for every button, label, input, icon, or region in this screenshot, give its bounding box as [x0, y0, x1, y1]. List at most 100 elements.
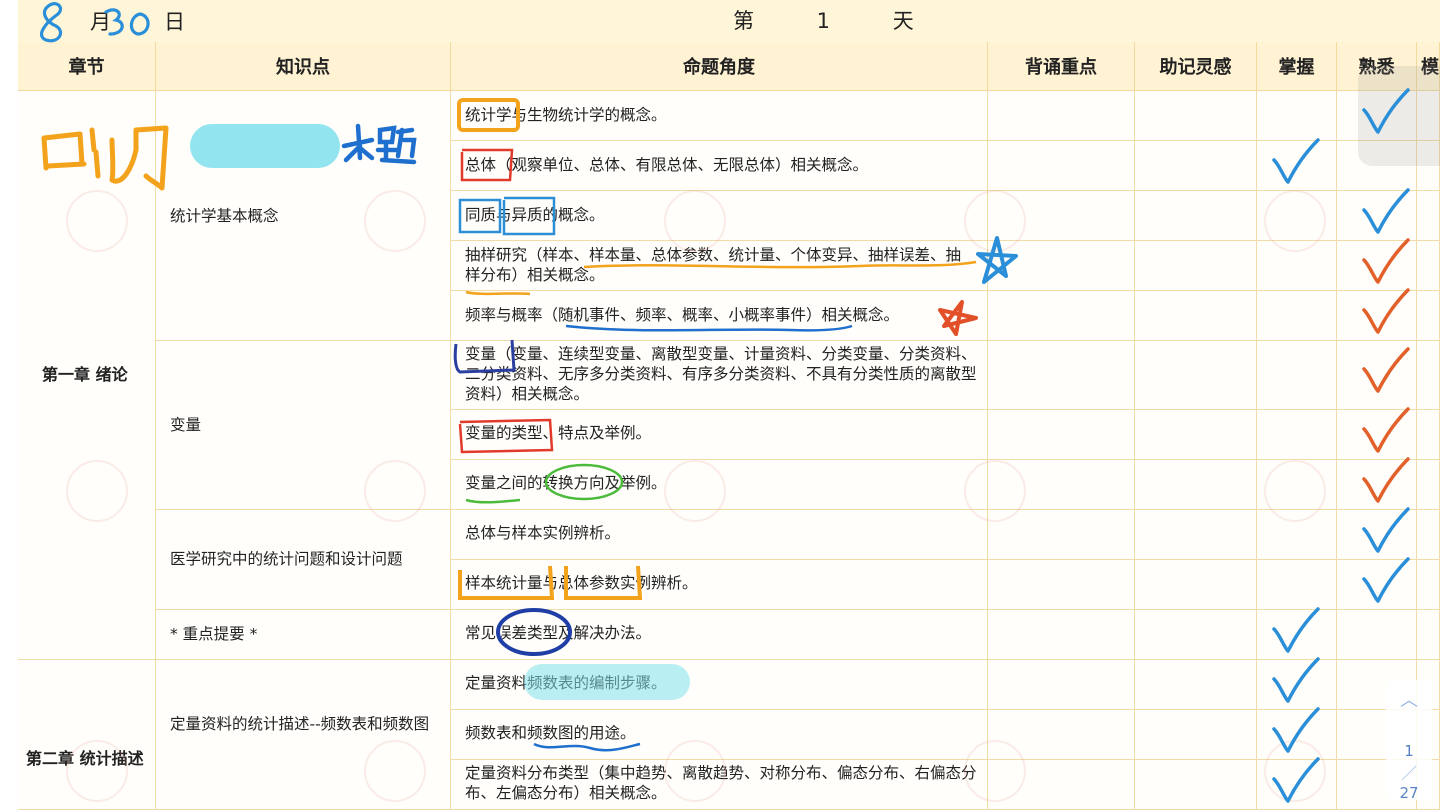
watermark-logo-icon — [66, 460, 128, 522]
topic-label: 频数表和频数图的用途。 — [465, 724, 636, 742]
page-current: 1 — [1404, 742, 1414, 760]
empty-cell — [1417, 510, 1440, 560]
watermark-logo-icon — [66, 190, 128, 252]
empty-cell — [1135, 610, 1257, 660]
empty-cell — [1135, 341, 1257, 410]
empty-cell — [1337, 291, 1417, 341]
empty-cell — [1337, 460, 1417, 510]
table-page: 月 日 第 1 天 章节 知识点 命题角度 背诵重点 助记灵感 掌握 熟悉 模 … — [18, 0, 1440, 810]
topic-label: 抽样研究（样本、样本量、总体参数、统计量、个体变异、抽样误差、抽样分布）相关概念… — [465, 246, 962, 284]
watermark-logo-icon — [664, 190, 726, 252]
empty-cell — [1257, 141, 1337, 191]
knowledge-cell: 医学研究中的统计问题和设计问题 — [156, 510, 451, 610]
empty-cell — [1135, 560, 1257, 610]
month-label: 月 — [90, 10, 111, 34]
empty-cell — [1135, 510, 1257, 560]
empty-cell — [1337, 241, 1417, 291]
empty-cell — [1135, 141, 1257, 191]
empty-cell — [1135, 291, 1257, 341]
topic-cell: 频率与概率（随机事件、频率、概率、小概率事件）相关概念。 — [451, 291, 988, 341]
empty-cell — [1417, 191, 1440, 241]
chapter-1-label: 第一章 绪论 — [42, 365, 128, 384]
topic-cell: 抽样研究（样本、样本量、总体参数、统计量、个体变异、抽样误差、抽样分布）相关概念… — [451, 241, 988, 291]
empty-cell — [988, 141, 1135, 191]
empty-cell — [1417, 610, 1440, 660]
empty-cell — [1135, 660, 1257, 710]
empty-cell — [988, 410, 1135, 460]
empty-cell — [988, 341, 1135, 410]
empty-cell — [1337, 410, 1417, 460]
empty-cell — [1337, 610, 1417, 660]
empty-cell — [1417, 410, 1440, 460]
watermark-logo-icon — [1264, 190, 1326, 252]
empty-cell — [1417, 341, 1440, 410]
knowledge-label: * 重点提要 * — [170, 625, 258, 643]
empty-cell — [988, 660, 1135, 710]
col-header-angle: 命题角度 — [451, 42, 988, 91]
empty-cell — [1337, 510, 1417, 560]
empty-cell — [1417, 291, 1440, 341]
topic-label: 频率与概率（随机事件、频率、概率、小概率事件）相关概念。 — [465, 306, 900, 324]
topic-label: 总体与样本实例辨析。 — [465, 524, 621, 542]
empty-cell — [1417, 241, 1440, 291]
topic-cell: 变量的类型、特点及举例。 — [451, 410, 988, 460]
empty-cell — [1257, 560, 1337, 610]
empty-cell — [1257, 410, 1337, 460]
col-header-recite: 背诵重点 — [988, 42, 1135, 91]
page-separator-icon: ／ — [1400, 764, 1417, 783]
empty-cell — [988, 91, 1135, 141]
topic-label: 定量资料频数表的编制步骤。 — [465, 674, 667, 692]
page-indicator: ︿ 1 ／ 27 — [1386, 680, 1432, 802]
col-header-chapter: 章节 — [18, 42, 156, 91]
empty-cell — [988, 610, 1135, 660]
topic-label: 常见误差类型及解决办法。 — [465, 624, 652, 642]
topic-cell: 总体与样本实例辨析。 — [451, 510, 988, 560]
knowledge-label: 统计学基本概念 — [170, 207, 279, 225]
watermark-logo-icon — [664, 460, 726, 522]
watermark-logo-icon — [664, 740, 726, 802]
watermark-logo-icon — [364, 190, 426, 252]
watermark-logo-icon — [66, 740, 128, 802]
empty-cell — [1135, 710, 1257, 760]
topic-cell: 变量（变量、连续型变量、离散型变量、计量资料、分类变量、分类资料、二分类资料、无… — [451, 341, 988, 410]
watermark-logo-icon — [964, 460, 1026, 522]
topic-label: 同质与异质的概念。 — [465, 206, 605, 224]
empty-cell — [1257, 341, 1337, 410]
empty-cell — [988, 291, 1135, 341]
watermark-logo-icon — [964, 740, 1026, 802]
empty-cell — [1337, 191, 1417, 241]
empty-cell — [1135, 460, 1257, 510]
day-label: 日 — [164, 10, 185, 34]
empty-cell — [1257, 291, 1337, 341]
topic-label: 变量之间的转换方向及举例。 — [465, 474, 667, 492]
topic-cell: 定量资料频数表的编制步骤。 — [451, 660, 988, 710]
knowledge-label: 变量 — [170, 416, 202, 434]
empty-cell — [1417, 460, 1440, 510]
knowledge-label: 医学研究中的统计问题和设计问题 — [170, 550, 403, 568]
page-total: 27 — [1399, 784, 1419, 802]
topic-label: 统计学与生物统计学的概念。 — [465, 106, 667, 124]
knowledge-label: 定量资料的统计描述--频数表和频数图 — [170, 715, 430, 733]
empty-cell — [1257, 610, 1337, 660]
empty-cell — [1135, 410, 1257, 460]
col-header-master: 掌握 — [1257, 42, 1337, 91]
empty-cell — [1135, 241, 1257, 291]
scroll-thumb[interactable] — [1358, 66, 1440, 166]
chapter-cell-1: 第一章 绪论 — [18, 91, 156, 660]
empty-cell — [1135, 760, 1257, 810]
empty-cell — [1337, 560, 1417, 610]
col-header-mnemonic: 助记灵感 — [1135, 42, 1257, 91]
day-title: 第 1 天 — [733, 9, 942, 33]
watermark-logo-icon — [1264, 460, 1326, 522]
date-bar: 月 日 第 1 天 — [18, 0, 1440, 43]
empty-cell — [1135, 191, 1257, 241]
knowledge-cell: * 重点提要 * — [156, 610, 451, 660]
chevron-up-icon[interactable]: ︿ — [1400, 686, 1418, 712]
watermark-logo-icon — [964, 190, 1026, 252]
topic-cell: 样本统计量与总体参数实例辨析。 — [451, 560, 988, 610]
watermark-logo-icon — [1264, 740, 1326, 802]
watermark-logo-icon — [364, 740, 426, 802]
empty-cell — [988, 560, 1135, 610]
empty-cell — [1337, 341, 1417, 410]
topic-cell: 统计学与生物统计学的概念。 — [451, 91, 988, 141]
